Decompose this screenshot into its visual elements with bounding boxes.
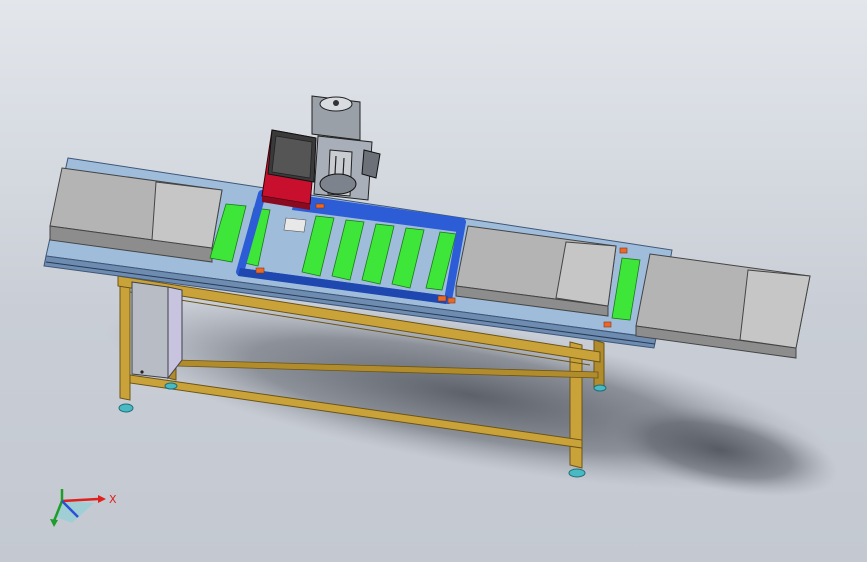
label-plate <box>283 217 307 233</box>
x-axis-line <box>61 497 99 503</box>
leg-front-right <box>569 341 583 469</box>
marker-pad <box>447 297 456 304</box>
electrical-cabinet[interactable] <box>131 281 183 380</box>
coordinate-triad: X <box>50 489 117 527</box>
marker-pad <box>255 267 265 274</box>
foot-front-left <box>118 403 134 413</box>
marker-pad <box>315 203 325 209</box>
print-head-unit[interactable] <box>311 95 381 201</box>
foot-back-right <box>593 384 607 392</box>
red-toolbox[interactable] <box>261 129 317 210</box>
leg-front-left <box>119 277 131 401</box>
x-axis-arrow <box>98 495 106 503</box>
marker-pad <box>619 247 628 254</box>
marker-pad <box>437 295 447 302</box>
head-nozzle <box>319 173 357 195</box>
leg-back-right <box>593 339 605 391</box>
conveyor-machine-model[interactable] <box>0 0 867 562</box>
outfeed-chute[interactable] <box>635 253 811 359</box>
foot-front-right <box>568 468 586 478</box>
foot-back-left <box>164 382 178 390</box>
marker-pad <box>603 321 612 328</box>
x-axis-label: X <box>109 493 117 506</box>
cad-viewport[interactable]: X <box>0 0 867 562</box>
z-axis-arrow <box>50 519 58 527</box>
